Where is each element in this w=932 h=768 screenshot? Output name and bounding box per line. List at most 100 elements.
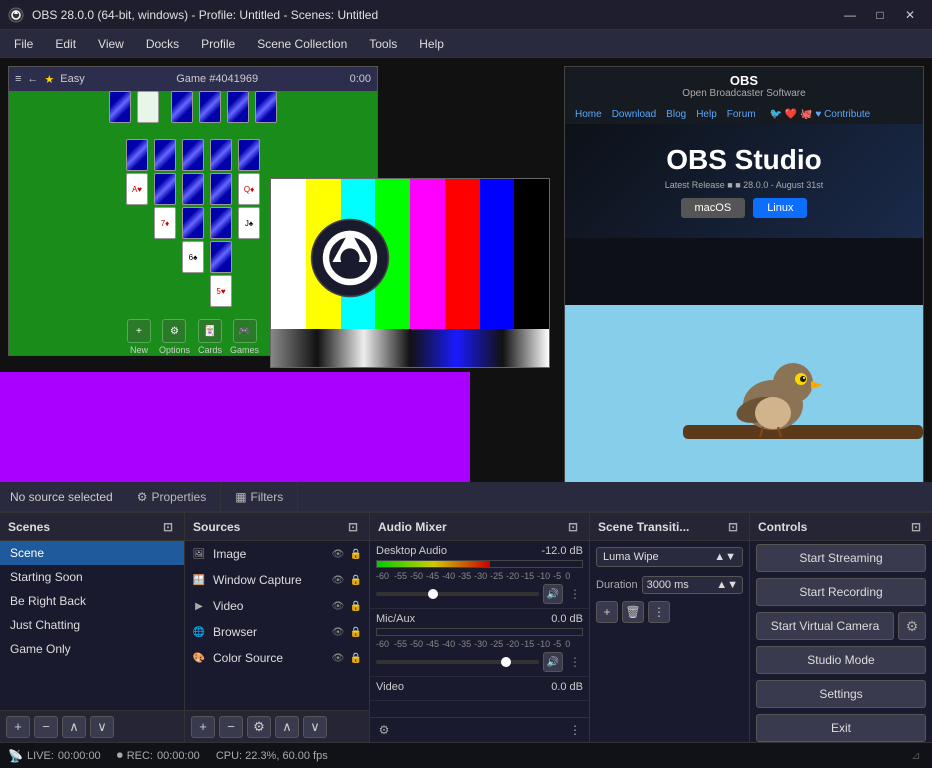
sources-settings-button[interactable]: ⚙ xyxy=(247,716,271,738)
obs-linux-button[interactable]: Linux xyxy=(753,198,807,218)
audio-settings-icon[interactable]: ⚙ xyxy=(376,722,392,738)
scenes-move-up-button[interactable]: ∧ xyxy=(62,716,86,738)
audio-expand-icon[interactable]: ⊡ xyxy=(565,519,581,535)
sources-add-button[interactable]: + xyxy=(191,716,215,738)
mic-aux-mute[interactable]: 🔊 xyxy=(543,652,563,672)
mic-aux-menu[interactable]: ⋮ xyxy=(567,652,583,672)
close-button[interactable]: ✕ xyxy=(896,4,924,26)
desktop-audio-menu[interactable]: ⋮ xyxy=(567,584,583,604)
scene-item-just-chatting[interactable]: Just Chatting xyxy=(0,613,184,637)
purple-color-source xyxy=(0,372,470,482)
scene-item-be-right-back[interactable]: Be Right Back xyxy=(0,589,184,613)
obs-mac-button[interactable]: macOS xyxy=(681,198,746,218)
video-eye-icon[interactable]: 👁 xyxy=(331,599,345,613)
solitaire-col2: 7♦ xyxy=(154,139,176,307)
solitaire-options[interactable]: ⚙ Options xyxy=(159,319,190,355)
card-suit4: ♠ xyxy=(255,91,277,123)
resize-handle[interactable]: ⊿ xyxy=(908,748,924,764)
audio-title: Audio Mixer xyxy=(378,520,447,534)
menu-tools[interactable]: Tools xyxy=(359,34,407,54)
desktop-audio-scale: -60-55-50-45-40-35-30-25-20-15-10-50 xyxy=(376,571,583,581)
browser-eye-icon[interactable]: 👁 xyxy=(331,625,345,639)
scenes-expand-icon[interactable]: ⊡ xyxy=(160,519,176,535)
color-lock-icon[interactable]: 🔒 xyxy=(349,651,363,665)
maximize-button[interactable]: □ xyxy=(866,4,894,26)
scenes-remove-button[interactable]: − xyxy=(34,716,58,738)
sources-move-down-button[interactable]: ∨ xyxy=(303,716,327,738)
menu-docks[interactable]: Docks xyxy=(136,34,189,54)
cards-icon: 🃏 xyxy=(198,319,222,343)
no-source-label: No source selected xyxy=(0,490,123,504)
solitaire-col3: 6♠ xyxy=(182,139,204,307)
start-virtual-camera-button[interactable]: Start Virtual Camera xyxy=(756,612,894,640)
scenes-add-button[interactable]: + xyxy=(6,716,30,738)
source-item-image[interactable]: 🖼 Image 👁 🔒 xyxy=(185,541,369,567)
menu-edit[interactable]: Edit xyxy=(45,34,86,54)
start-streaming-button[interactable]: Start Streaming xyxy=(756,544,926,572)
source-item-video[interactable]: ▶ Video 👁 🔒 xyxy=(185,593,369,619)
transition-dropdown[interactable]: Luma Wipe ▲▼ xyxy=(596,547,743,567)
sources-move-up-button[interactable]: ∧ xyxy=(275,716,299,738)
scene-item-starting-soon[interactable]: Starting Soon xyxy=(0,565,184,589)
virtual-camera-settings-button[interactable]: ⚙ xyxy=(898,612,926,640)
transitions-expand-icon[interactable]: ⊡ xyxy=(725,519,741,535)
image-eye-icon[interactable]: 👁 xyxy=(331,547,345,561)
studio-mode-button[interactable]: Studio Mode xyxy=(756,646,926,674)
filters-tab[interactable]: ▦ Filters xyxy=(221,482,298,511)
obs-website-area: OBS Open Broadcaster Software Home Downl… xyxy=(564,66,924,482)
menu-view[interactable]: View xyxy=(88,34,134,54)
mic-aux-slider[interactable] xyxy=(376,660,539,664)
video-source-label: Video xyxy=(213,599,243,613)
scene-item-game-only[interactable]: Game Only xyxy=(0,637,184,661)
properties-icon: ⚙ xyxy=(137,490,148,504)
controls-expand-icon[interactable]: ⊡ xyxy=(908,519,924,535)
transition-remove-button[interactable]: 🗑 xyxy=(622,601,644,623)
menu-file[interactable]: File xyxy=(4,34,43,54)
card-deck[interactable] xyxy=(109,91,131,123)
bar-black xyxy=(514,179,549,329)
bars-bottom xyxy=(271,329,549,367)
browser-lock-icon[interactable]: 🔒 xyxy=(349,625,363,639)
desktop-audio-slider[interactable] xyxy=(376,592,539,596)
desktop-audio-mute[interactable]: 🔊 xyxy=(543,584,563,604)
source-item-browser[interactable]: 🌐 Browser 👁 🔒 xyxy=(185,619,369,645)
transition-duration-label: Duration xyxy=(596,579,638,591)
audio-mixer-panel: Audio Mixer ⊡ Desktop Audio -12.0 dB -60… xyxy=(370,513,590,742)
solitaire-timer: 0:00 xyxy=(350,73,371,85)
sources-header-icons: ⊡ xyxy=(345,519,361,535)
sources-remove-button[interactable]: − xyxy=(219,716,243,738)
card-b3c xyxy=(182,207,204,239)
video-lock-icon[interactable]: 🔒 xyxy=(349,599,363,613)
solitaire-cards[interactable]: 🃏 Cards xyxy=(198,319,222,355)
transition-duration-input[interactable]: 3000 ms ▲▼ xyxy=(642,576,743,594)
menu-help[interactable]: Help xyxy=(409,34,454,54)
scenes-move-down-button[interactable]: ∨ xyxy=(90,716,114,738)
solitaire-new[interactable]: + New xyxy=(127,319,151,355)
menu-profile[interactable]: Profile xyxy=(191,34,245,54)
properties-label: Properties xyxy=(152,490,207,504)
transition-dropdown-arrow: ▲▼ xyxy=(714,551,736,563)
image-lock-icon[interactable]: 🔒 xyxy=(349,547,363,561)
desktop-audio-thumb xyxy=(428,589,438,599)
scene-item-scene[interactable]: Scene xyxy=(0,541,184,565)
sources-expand-icon[interactable]: ⊡ xyxy=(345,519,361,535)
minimize-button[interactable]: — xyxy=(836,4,864,26)
transition-add-button[interactable]: + xyxy=(596,601,618,623)
window-eye-icon[interactable]: 👁 xyxy=(331,573,345,587)
solitaire-col4: 5♥ xyxy=(210,139,232,307)
source-item-color-source[interactable]: 🎨 Color Source 👁 🔒 xyxy=(185,645,369,671)
browser-source-label: Browser xyxy=(213,625,257,639)
exit-button[interactable]: Exit xyxy=(756,714,926,742)
solitaire-games[interactable]: 🎮 Games xyxy=(230,319,259,355)
properties-tab[interactable]: ⚙ Properties xyxy=(123,482,221,511)
scenes-footer: + − ∧ ∨ xyxy=(0,710,184,742)
audio-menu-icon[interactable]: ⋮ xyxy=(567,722,583,738)
window-lock-icon[interactable]: 🔒 xyxy=(349,573,363,587)
desktop-audio-meter-fill xyxy=(377,561,490,567)
source-item-window-capture[interactable]: 🪟 Window Capture 👁 🔒 xyxy=(185,567,369,593)
menu-scene-collection[interactable]: Scene Collection xyxy=(247,34,357,54)
settings-button[interactable]: Settings xyxy=(756,680,926,708)
start-recording-button[interactable]: Start Recording xyxy=(756,578,926,606)
color-eye-icon[interactable]: 👁 xyxy=(331,651,345,665)
transition-menu-button[interactable]: ⋮ xyxy=(648,601,670,623)
